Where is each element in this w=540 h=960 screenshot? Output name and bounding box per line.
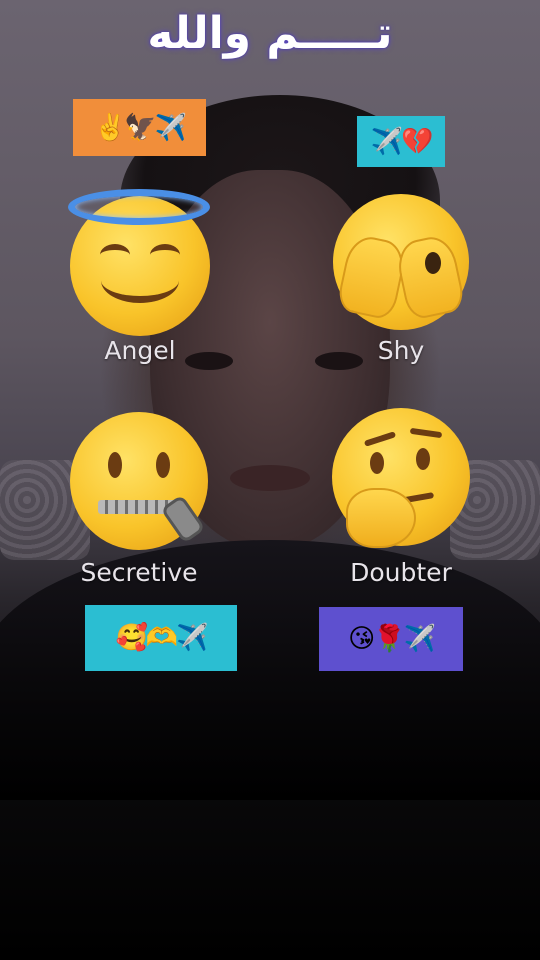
- secretive-eye-right: [156, 452, 170, 478]
- shy-hand-left: [335, 232, 409, 322]
- doubter-brow-left: [363, 431, 397, 447]
- emoji-chip-bottom-right: 😘🌹✈️: [319, 607, 463, 671]
- peeking-hands-icon: [333, 194, 469, 330]
- halo-icon: [68, 189, 210, 225]
- person-mouth: [230, 465, 310, 491]
- overlay-title: تـــــم والله: [147, 8, 393, 59]
- chin-hand-icon: [346, 488, 416, 548]
- shy-hand-right: [393, 232, 467, 322]
- filter-label-shy: Shy: [377, 336, 425, 365]
- shy-peeking-eye: [425, 252, 441, 274]
- doubter-eye-right: [416, 448, 430, 470]
- emoji-chip-top-left: ✌️🦅✈️: [73, 99, 206, 156]
- filter-label-doubter: Doubter: [350, 558, 452, 587]
- emoji-chip-bottom-left: 🥰🫶✈️: [85, 605, 237, 671]
- secretive-eye-left: [108, 452, 122, 478]
- filter-label-angel: Angel: [104, 336, 176, 365]
- filter-label-secretive: Secretive: [80, 558, 198, 587]
- emoji-chip-top-right: ✈️💔: [357, 116, 445, 167]
- angel-smile: [101, 258, 179, 303]
- doubter-eye-left: [370, 452, 384, 474]
- doubter-brow-right: [409, 427, 443, 439]
